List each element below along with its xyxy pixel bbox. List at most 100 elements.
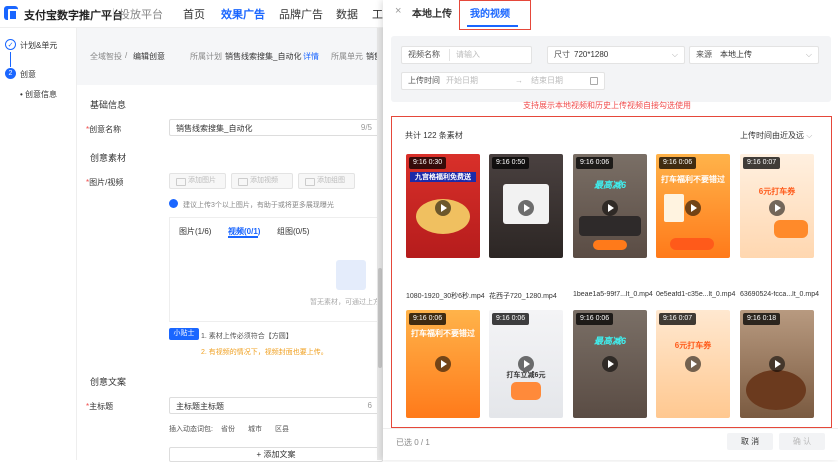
video-cta-4 <box>670 238 714 250</box>
video-filename-1: 1080-1920_30秒6秒.mp4 <box>406 293 485 300</box>
tab-images[interactable]: 图片(1/6) <box>179 226 211 237</box>
confirm-button[interactable]: 确 认 <box>779 433 825 450</box>
video-card-1[interactable]: 九宫格福利免费送 9:16 0:30 <box>406 154 480 258</box>
step-current-icon: 2 <box>5 68 16 79</box>
main-title-text: 主标题 <box>89 402 114 411</box>
sort-label: 上传时间由近及远 <box>740 131 804 140</box>
play-icon <box>769 200 785 216</box>
play-icon <box>602 356 618 372</box>
date-arrow: → <box>515 76 523 85</box>
step-done-icon: ✓ <box>5 39 16 50</box>
video-duration-7: 9:16 0:06 <box>492 313 530 325</box>
play-icon <box>685 356 701 372</box>
nav-performance-ads[interactable]: 效果广告 <box>221 6 265 22</box>
size-value: 720*1280 <box>574 50 609 59</box>
video-duration-3: 9:16 0:06 <box>576 157 614 169</box>
video-filename-2: 花西子720_1280.mp4 <box>489 293 557 300</box>
size-chevron-down-icon: ⌵ <box>671 50 678 59</box>
video-card-3[interactable]: 最高减6 9:16 0:06 <box>573 154 647 258</box>
selected-count: 已选 0 / 1 <box>396 438 430 447</box>
video-art-7 <box>511 382 541 400</box>
video-filename-5: 63690524-fcca...lt_0.mp4 <box>740 291 819 298</box>
dynamic-word-city[interactable]: 城市 <box>248 424 262 434</box>
play-icon <box>518 356 534 372</box>
tab-groups[interactable]: 组图(0/5) <box>277 226 309 237</box>
video-art-4 <box>664 194 684 222</box>
video-art-5 <box>774 220 808 238</box>
image-video-text: 图片/视频 <box>89 178 124 187</box>
add-image-button[interactable]: 添加图片 <box>169 173 226 189</box>
step-sub-label: 创意信息 <box>25 90 58 99</box>
nav-home[interactable]: 首页 <box>183 6 205 22</box>
video-card-6[interactable]: 打车福利不要错过 9:16 0:06 <box>406 310 480 418</box>
video-title-4: 打车福利不要错过 <box>661 175 725 184</box>
video-title-3: 最高减6 <box>593 180 626 190</box>
nav-brand-ads[interactable]: 品牌广告 <box>279 6 323 22</box>
video-duration-10: 9:16 0:18 <box>743 313 781 325</box>
plan-detail-link[interactable]: 详情 <box>303 51 319 62</box>
cancel-button[interactable]: 取 消 <box>727 433 773 450</box>
video-card-10[interactable]: 9:16 0:18 <box>740 310 814 418</box>
nav-tools[interactable]: 工 <box>372 6 383 22</box>
unit-key: 所属单元 <box>331 52 363 61</box>
video-duration-4: 9:16 0:06 <box>659 157 697 169</box>
scrollbar-thumb[interactable] <box>378 268 382 368</box>
video-card-4[interactable]: 打车福利不要错过 9:16 0:06 <box>656 154 730 258</box>
play-icon <box>685 200 701 216</box>
play-icon <box>435 200 451 216</box>
upload-hint: 建议上传3个以上图片，有助于或将更多展现曝光 <box>183 202 334 209</box>
video-art-3 <box>579 216 641 236</box>
dynamic-word-district[interactable]: 区县 <box>275 424 289 434</box>
source-filter[interactable]: 来源 本地上传 ⌵ <box>689 46 819 64</box>
alipay-logo-icon <box>4 6 18 21</box>
dynamic-label: 插入动态词包: <box>169 426 213 433</box>
crumb-all[interactable]: 全域智投 <box>90 51 122 62</box>
video-card-2[interactable]: 9:16 0:50 <box>489 154 563 258</box>
step-creative[interactable]: 创意 <box>20 69 36 80</box>
main-title-input[interactable]: 主标题主标题 6 <box>169 397 383 414</box>
video-card-5[interactable]: 6元打车券 9:16 0:07 <box>740 154 814 258</box>
empty-state-text: 暂无素材，可通过上方按 <box>310 299 387 306</box>
video-card-7[interactable]: 打车立减6元 9:16 0:06 <box>489 310 563 418</box>
step-plan-unit[interactable]: 计划&单元 <box>20 40 57 51</box>
basic-info-heading: 基础信息 <box>90 100 127 110</box>
plan-value: 销售线索搜集_自动化 <box>225 52 302 61</box>
video-card-9[interactable]: 6元打车券 9:16 0:07 <box>656 310 730 418</box>
creative-name-input[interactable]: 销售线索搜集_自动化 9/5 <box>169 119 383 136</box>
sort-select[interactable]: 上传时间由近及远 ⌵ <box>740 130 812 141</box>
size-filter[interactable]: 尺寸 720*1280 ⌵ <box>547 46 685 64</box>
tab-video-underline <box>228 236 258 238</box>
tip-tag: 小贴士 <box>169 328 199 340</box>
video-duration-1: 9:16 0:30 <box>409 157 447 169</box>
video-drawer: × 本地上传 我的视频 视频名称 请输入 尺寸 720*1280 ⌵ 来源 本地上传 ⌵ … <box>383 0 838 460</box>
highlight-box-tab <box>459 0 531 30</box>
step-nav: ✓ 计划&单元 2 创意 • 创意信息 <box>0 28 77 460</box>
video-card-8[interactable]: 最高减6 9:16 0:06 <box>573 310 647 418</box>
nav-platform[interactable]: 投放平台 <box>119 6 163 22</box>
creative-name-label: *创意名称 <box>86 125 122 134</box>
video-title-9: 6元打车券 <box>674 341 712 350</box>
video-filename-3: 1beae1a5-99f7...lt_0.mp4 <box>573 291 653 298</box>
step-sub-creative-info[interactable]: • 创意信息 <box>20 89 57 100</box>
close-icon[interactable]: × <box>395 5 401 17</box>
video-title-6: 打车福利不要错过 <box>411 329 475 338</box>
play-icon <box>769 356 785 372</box>
tab-local-upload[interactable]: 本地上传 <box>412 5 452 20</box>
empty-state-icon <box>336 260 366 290</box>
nav-data[interactable]: 数据 <box>336 6 358 22</box>
tip-line-2: 2. 有视频的情况下，视频封面也要上传。 <box>201 349 328 356</box>
add-group-button[interactable]: 添加组图 <box>298 173 355 189</box>
main-title-label: *主标题 <box>86 402 114 411</box>
video-duration-9: 9:16 0:07 <box>659 313 697 325</box>
upload-time-filter[interactable]: 上传时间 开始日期 → 结束日期 <box>401 72 605 90</box>
video-title-8: 最高减6 <box>593 336 626 346</box>
video-name-filter[interactable]: 视频名称 请输入 <box>401 46 532 64</box>
video-name-placeholder: 请输入 <box>456 50 480 59</box>
material-count: 共计 122 条素材 <box>405 131 463 140</box>
brand-divider <box>113 8 114 20</box>
video-art-10 <box>746 370 806 410</box>
creative-name-value: 销售线索搜集_自动化 <box>176 124 253 133</box>
video-duration-8: 9:16 0:06 <box>576 313 614 325</box>
dynamic-word-province[interactable]: 省份 <box>221 424 235 434</box>
add-video-button[interactable]: 添加视频 <box>231 173 293 189</box>
